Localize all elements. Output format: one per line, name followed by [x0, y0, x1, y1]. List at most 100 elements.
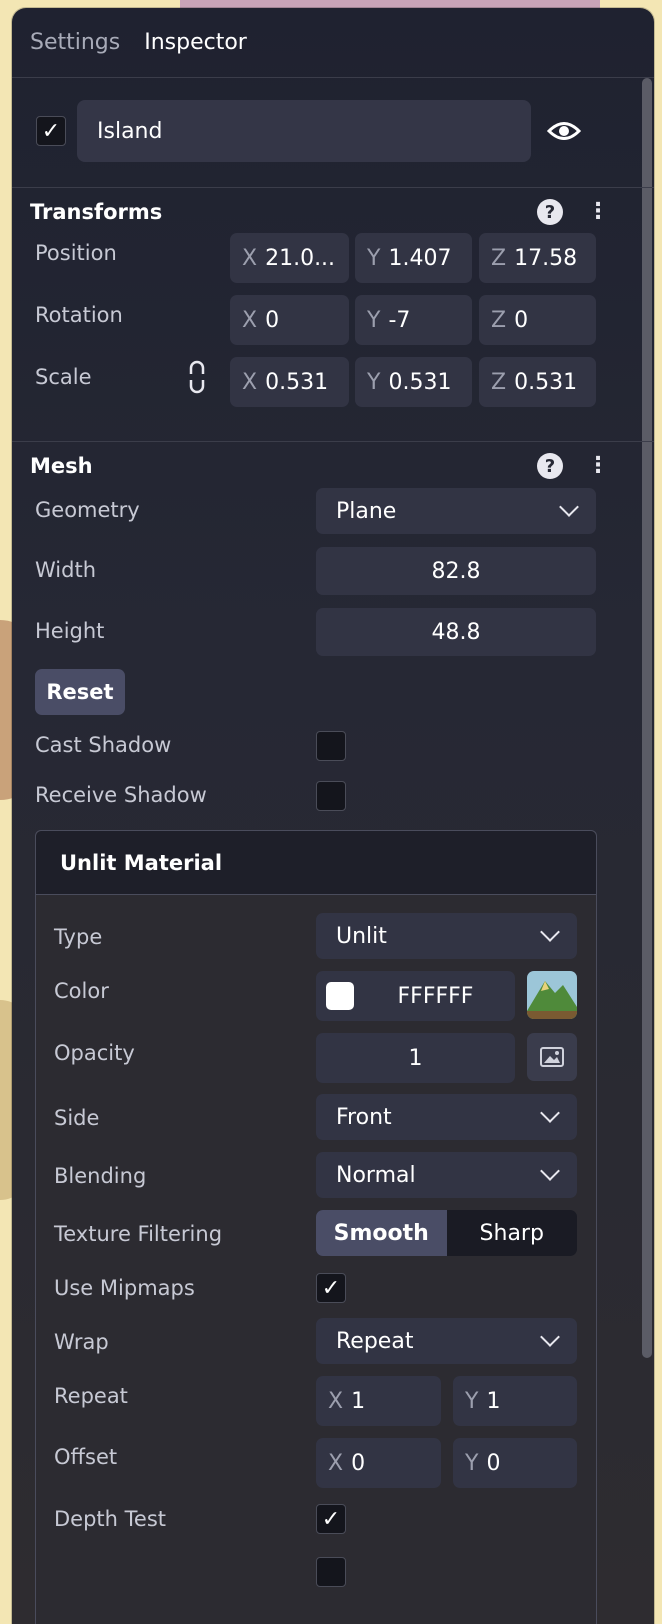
opacity-label: Opacity: [54, 1041, 135, 1065]
type-value: Unlit: [336, 923, 387, 949]
object-enabled-checkbox[interactable]: ✓: [36, 116, 66, 146]
color-swatch[interactable]: [326, 982, 354, 1010]
mountain-texture-icon: [527, 971, 577, 1019]
image-picker-button[interactable]: [527, 1033, 577, 1081]
material-title: Unlit Material: [36, 831, 596, 895]
axis-z-label: Z: [491, 245, 507, 271]
tab-settings[interactable]: Settings: [30, 30, 120, 55]
texture-thumbnail[interactable]: [527, 971, 577, 1019]
texture-filtering-label: Texture Filtering: [54, 1222, 223, 1246]
offset-label: Offset: [54, 1445, 118, 1469]
axis-x-label: X: [328, 1388, 344, 1414]
blending-select[interactable]: Normal: [316, 1152, 577, 1198]
inspector-panel: Settings Inspector ✓ Island Transforms ?…: [12, 8, 654, 1624]
position-x-value: 21.0...: [265, 245, 336, 271]
offset-y-field[interactable]: Y0: [453, 1438, 577, 1488]
link-icon[interactable]: [187, 360, 207, 394]
repeat-label: Repeat: [54, 1384, 128, 1408]
more-options-icon[interactable]: ⋮: [587, 199, 609, 225]
partial-checkbox[interactable]: [316, 1557, 346, 1587]
side-label: Side: [54, 1106, 100, 1130]
receive-shadow-checkbox[interactable]: [316, 781, 346, 811]
offset-x-field[interactable]: X0: [316, 1438, 441, 1488]
position-y-field[interactable]: Y 1.407: [355, 233, 472, 283]
repeat-y-field[interactable]: Y1: [453, 1376, 577, 1426]
rotation-y-field[interactable]: Y -7: [355, 295, 472, 345]
wrap-select[interactable]: Repeat: [316, 1318, 577, 1364]
axis-x-label: X: [242, 369, 258, 395]
scale-z-field[interactable]: Z 0.531: [479, 357, 596, 407]
repeat-x-value: 1: [351, 1388, 366, 1414]
scale-label: Scale: [35, 365, 92, 389]
help-icon[interactable]: ?: [537, 199, 563, 225]
wrap-value: Repeat: [336, 1328, 414, 1354]
reset-button[interactable]: Reset: [35, 669, 125, 715]
use-mipmaps-checkbox[interactable]: ✓: [316, 1273, 346, 1303]
height-input[interactable]: 48.8: [316, 608, 596, 656]
side-value: Front: [336, 1104, 392, 1130]
chevron-down-icon: [540, 1327, 560, 1347]
eye-icon[interactable]: [547, 116, 581, 146]
height-label: Height: [35, 619, 105, 643]
axis-y-label: Y: [465, 1450, 479, 1476]
position-z-value: 17.58: [514, 245, 578, 271]
transforms-section: Transforms ? ⋮ Position X 21.0... Y 1.407 …: [12, 188, 654, 442]
offset-y-value: 0: [486, 1450, 501, 1476]
rotation-x-value: 0: [265, 307, 280, 333]
use-mipmaps-label: Use Mipmaps: [54, 1276, 195, 1300]
more-options-icon[interactable]: ⋮: [587, 453, 609, 479]
depth-test-checkbox[interactable]: ✓: [316, 1504, 346, 1534]
chevron-down-icon: [540, 922, 560, 942]
image-icon: [540, 1047, 564, 1067]
object-name-input[interactable]: Island: [77, 100, 531, 162]
geometry-label: Geometry: [35, 498, 140, 522]
receive-shadow-label: Receive Shadow: [35, 783, 207, 807]
type-select[interactable]: Unlit: [316, 913, 577, 959]
axis-x-label: X: [328, 1450, 344, 1476]
texture-filtering-toggle: Smooth Sharp: [316, 1210, 577, 1256]
width-label: Width: [35, 558, 97, 582]
filter-sharp-option[interactable]: Sharp: [447, 1210, 578, 1256]
rotation-label: Rotation: [35, 303, 123, 327]
geometry-select[interactable]: Plane: [316, 488, 596, 534]
offset-x-value: 0: [351, 1450, 366, 1476]
width-input[interactable]: 82.8: [316, 547, 596, 595]
scale-x-value: 0.531: [265, 369, 329, 395]
scale-y-field[interactable]: Y 0.531: [355, 357, 472, 407]
mesh-title: Mesh: [30, 454, 93, 478]
opacity-input[interactable]: 1: [316, 1033, 515, 1083]
repeat-y-value: 1: [486, 1388, 501, 1414]
axis-z-label: Z: [491, 307, 507, 333]
side-select[interactable]: Front: [316, 1094, 577, 1140]
unlit-material-panel: Unlit Material Type Unlit Color FFFFFF O…: [35, 830, 597, 1624]
axis-y-label: Y: [367, 369, 381, 395]
position-x-field[interactable]: X 21.0...: [230, 233, 349, 283]
blending-value: Normal: [336, 1162, 416, 1188]
position-z-field[interactable]: Z 17.58: [479, 233, 596, 283]
transforms-title: Transforms: [30, 200, 163, 224]
chevron-down-icon: [559, 497, 579, 517]
scale-x-field[interactable]: X 0.531: [230, 357, 349, 407]
scale-y-value: 0.531: [388, 369, 452, 395]
object-header: ✓ Island: [12, 78, 654, 188]
scale-z-value: 0.531: [514, 369, 578, 395]
rotation-z-field[interactable]: Z0: [479, 295, 596, 345]
wrap-label: Wrap: [54, 1330, 109, 1354]
tab-inspector[interactable]: Inspector: [144, 30, 247, 55]
chevron-down-icon: [540, 1161, 560, 1181]
help-icon[interactable]: ?: [537, 453, 563, 479]
axis-y-label: Y: [367, 307, 381, 333]
rotation-z-value: 0: [514, 307, 529, 333]
repeat-x-field[interactable]: X1: [316, 1376, 441, 1426]
axis-y-label: Y: [367, 245, 381, 271]
axis-x-label: X: [242, 245, 258, 271]
rotation-x-field[interactable]: X0: [230, 295, 349, 345]
cast-shadow-checkbox[interactable]: [316, 731, 346, 761]
rotation-y-value: -7: [388, 307, 411, 333]
color-value: FFFFFF: [397, 983, 474, 1009]
geometry-value: Plane: [336, 498, 397, 524]
tab-bar: Settings Inspector: [12, 8, 654, 78]
axis-x-label: X: [242, 307, 258, 333]
chevron-down-icon: [540, 1103, 560, 1123]
filter-smooth-option[interactable]: Smooth: [316, 1210, 447, 1256]
